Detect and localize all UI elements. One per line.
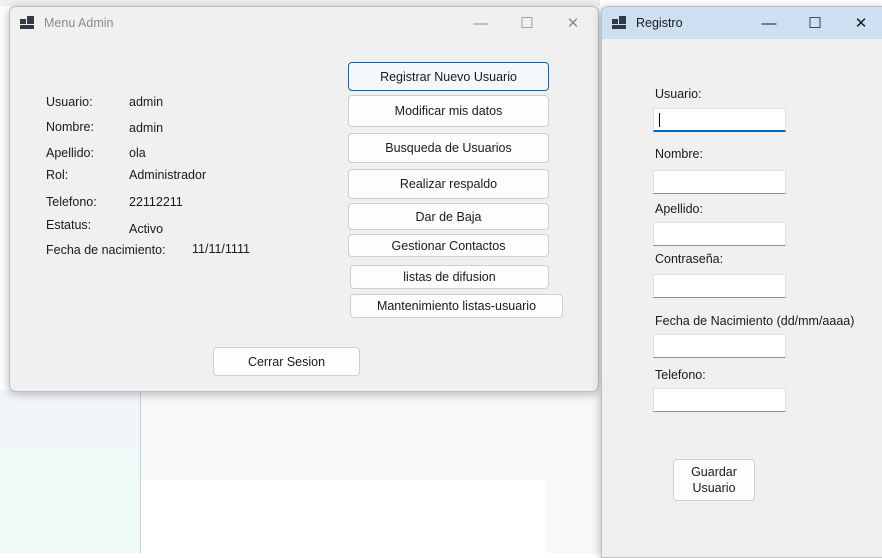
list-user-maintenance-button[interactable]: Mantenimiento listas-usuario [350,294,563,318]
fecha-nacimiento-label: Fecha de Nacimiento (dd/mm/aaaa) [655,314,855,328]
maximize-icon[interactable]: ☐ [792,7,838,39]
usuario-label: Usuario: [655,87,702,101]
info-value-fecha-nacimiento: 11/11/1111 [192,242,250,256]
save-user-label-line2: Usuario [692,481,736,495]
broadcast-lists-button[interactable]: listas de difusion [350,265,549,289]
app-icon [20,16,36,30]
info-value-telefono: 22112211 [129,195,183,209]
telefono-input[interactable] [653,388,786,412]
modify-my-data-button[interactable]: Modificar mis datos [348,95,549,127]
info-label-rol: Rol: [46,168,69,182]
close-icon[interactable]: ✕ [550,7,596,39]
info-label-usuario: Usuario: [46,95,93,109]
info-label-apellido: Apellido: [46,146,94,160]
fecha-nacimiento-input[interactable] [653,334,786,358]
background-sidebar-lower [0,450,140,553]
usuario-input[interactable] [653,108,786,132]
save-user-label-line1: Guardar [691,465,737,479]
text-caret [659,113,660,127]
info-label-telefono: Telefono: [46,195,97,209]
registro-titlebar[interactable]: Registro — ☐ ✕ [602,7,882,39]
minimize-icon[interactable]: — [458,7,504,39]
background-content [141,390,601,553]
info-value-nombre: admin [129,121,164,135]
background-content-inner [141,480,546,553]
window-title: Registro [636,16,683,30]
info-value-usuario: admin [129,95,164,109]
info-value-apellido: ola [129,146,146,160]
minimize-icon[interactable]: — [746,7,792,39]
contrasena-label: Contraseña: [655,252,724,266]
window-title: Menu Admin [44,16,114,30]
maximize-icon[interactable]: ☐ [504,7,550,39]
background-sidebar [0,390,141,553]
info-value-rol: Administrador [129,168,207,182]
menu-admin-titlebar[interactable]: Menu Admin — ☐ ✕ [10,7,598,39]
logout-button[interactable]: Cerrar Sesion [213,347,360,376]
register-new-user-button[interactable]: Registrar Nuevo Usuario [348,62,549,91]
info-label-nombre: Nombre: [46,120,94,134]
deactivate-button[interactable]: Dar de Baja [348,203,549,230]
info-label-estatus: Estatus: [46,218,92,232]
registro-window: Registro — ☐ ✕ Usuario: Nombre: Apellido… [601,6,882,558]
nombre-label: Nombre: [655,147,703,161]
manage-contacts-button[interactable]: Gestionar Contactos [348,234,549,257]
nombre-input[interactable] [653,170,786,194]
contrasena-input[interactable] [653,274,786,298]
info-value-estatus: Activo [129,222,164,236]
app-icon [612,16,628,30]
menu-admin-window: Menu Admin — ☐ ✕ Usuario: admin Nombre: … [9,6,599,392]
save-user-button[interactable]: Guardar Usuario [673,459,755,501]
telefono-label: Telefono: [655,368,706,382]
apellido-input[interactable] [653,222,786,246]
close-icon[interactable]: ✕ [838,7,882,39]
info-label-fecha-nacimiento: Fecha de nacimiento: [46,243,166,257]
apellido-label: Apellido: [655,202,703,216]
search-users-button[interactable]: Busqueda de Usuarios [348,133,549,163]
backup-button[interactable]: Realizar respaldo [348,169,549,199]
